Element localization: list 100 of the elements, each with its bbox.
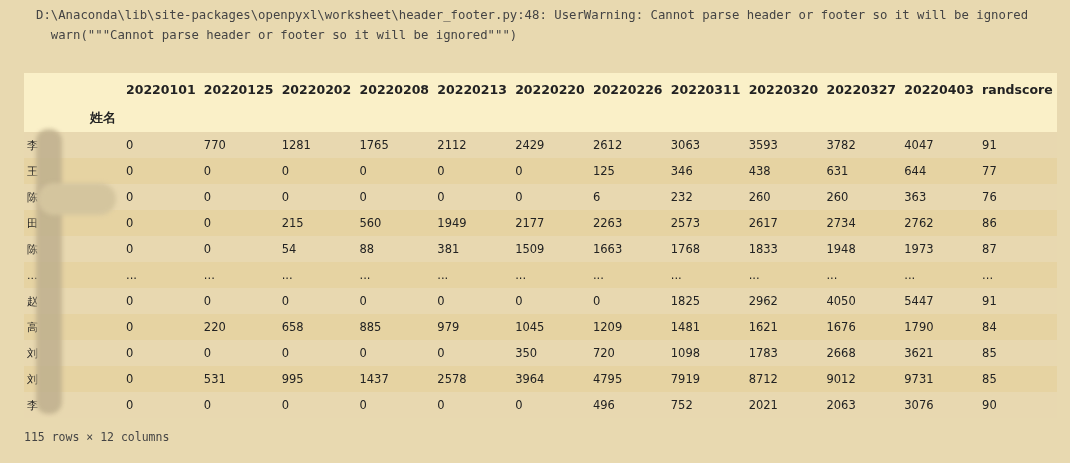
table-cell: 1481 — [670, 320, 701, 334]
table-cell: ... — [203, 268, 215, 282]
table-cell: ... — [670, 268, 682, 282]
table-cell: 2112 — [437, 138, 467, 152]
table-cell: ... — [359, 268, 371, 282]
table-cell: 1790 — [904, 320, 934, 334]
table-cell: 0 — [359, 294, 367, 308]
column-header: randscore — [982, 82, 1053, 97]
table-cell: 1098 — [670, 346, 701, 360]
table-cell: 8712 — [748, 372, 778, 386]
column-header: 20220213 — [437, 82, 507, 97]
column-header: 20220220 — [515, 82, 585, 97]
table-cell: 77 — [982, 164, 997, 178]
table-cell: 885 — [359, 320, 382, 334]
table-cell: 0 — [203, 164, 212, 178]
row-label: ... — [27, 268, 38, 282]
table-cell: 9012 — [826, 372, 856, 386]
table-cell: 0 — [126, 320, 134, 334]
table-cell: 5447 — [904, 294, 934, 308]
table-cell: 0 — [359, 164, 367, 178]
table-cell: 560 — [359, 216, 382, 230]
table-cell: 2612 — [592, 138, 623, 152]
table-cell: ... — [826, 268, 838, 282]
table-cell: 720 — [592, 346, 615, 360]
table-cell: 0 — [126, 190, 134, 204]
table-cell: 1768 — [670, 242, 701, 256]
column-header: 20220311 — [670, 82, 741, 97]
table-cell: 0 — [359, 346, 367, 360]
table-cell: 995 — [281, 372, 304, 386]
table-cell: 2962 — [748, 294, 778, 308]
table-cell: 531 — [203, 372, 226, 386]
table-cell: 54 — [281, 242, 297, 256]
table-cell: 1209 — [592, 320, 623, 334]
table-cell: 0 — [126, 138, 134, 152]
row-label: 刘 — [27, 372, 38, 386]
table-cell: 631 — [826, 164, 849, 178]
table-cell: ... — [126, 268, 137, 282]
column-header: 20220320 — [748, 82, 819, 97]
table-cell: ... — [515, 268, 527, 282]
row-label: 李 — [27, 138, 38, 152]
table-cell: 2668 — [826, 346, 856, 360]
table-cell: 260 — [826, 190, 849, 204]
table-cell: 3076 — [904, 398, 934, 412]
table-cell: 0 — [437, 346, 445, 360]
table-cell: 0 — [281, 164, 289, 178]
table-cell: 0 — [281, 346, 289, 360]
table-cell: 3621 — [904, 346, 934, 360]
table-cell: 0 — [203, 294, 212, 308]
table-cell: 1676 — [826, 320, 856, 334]
table-cell: 0 — [437, 164, 445, 178]
table-cell: 125 — [592, 164, 615, 178]
row-label: 李 — [27, 398, 38, 412]
table-cell: 4050 — [826, 294, 856, 308]
table-cell: 0 — [437, 294, 445, 308]
table-cell: 1825 — [670, 294, 701, 308]
table-cell: 1281 — [281, 138, 311, 152]
table-cell: 3593 — [748, 138, 778, 152]
table-cell: 91 — [982, 294, 997, 308]
table-cell: 0 — [126, 372, 134, 386]
column-header: 20220327 — [826, 82, 897, 97]
table-cell: 496 — [592, 398, 615, 412]
table-cell: 0 — [592, 294, 601, 308]
row-label: 田 — [27, 216, 38, 230]
table-cell: 260 — [748, 190, 771, 204]
column-header: 20220101 — [126, 82, 196, 97]
table-cell: 2429 — [515, 138, 545, 152]
table-cell: 0 — [203, 346, 212, 360]
table-cell: 1949 — [437, 216, 467, 230]
table-cell: 1765 — [359, 138, 389, 152]
table-cell: 979 — [437, 320, 460, 334]
table-cell: 0 — [515, 398, 523, 412]
table-cell: 220 — [203, 320, 226, 334]
table-cell: 86 — [982, 216, 997, 230]
table-cell: 7919 — [670, 372, 701, 386]
table-cell: 0 — [515, 190, 523, 204]
table-cell: 88 — [359, 242, 375, 256]
table-cell: 350 — [515, 346, 538, 360]
table-cell: 6 — [592, 190, 601, 204]
table-cell: 1045 — [515, 320, 545, 334]
table-cell: 9731 — [904, 372, 934, 386]
table-cell: 2021 — [748, 398, 778, 412]
table-cell: 85 — [982, 346, 997, 360]
table-cell: 644 — [904, 164, 927, 178]
table-cell: 0 — [126, 216, 134, 230]
table-cell: 0 — [437, 398, 445, 412]
row-label: 陈 — [27, 190, 38, 204]
table-cell: 76 — [982, 190, 997, 204]
table-cell: ... — [748, 268, 760, 282]
warning-text: warn("""Cannot parse header or footer so it will be ignored""") — [49, 26, 519, 44]
table-cell: 1948 — [826, 242, 856, 256]
table-cell: 0 — [359, 398, 367, 412]
table-cell: 0 — [126, 398, 134, 412]
table-cell: 0 — [281, 294, 289, 308]
warning-text: D:\Anaconda\lib\site-packages\openpyxl\worksheet\header_footer.py:48: UserWarning: Cannot parse header or footer so it will be ignored — [36, 7, 1030, 24]
row-label: 陈 — [27, 242, 38, 256]
table-cell: 770 — [203, 138, 226, 152]
table-cell: 90 — [982, 398, 997, 412]
table-cell: 363 — [904, 190, 927, 204]
table-cell: 2573 — [670, 216, 701, 230]
table-cell: 752 — [670, 398, 693, 412]
